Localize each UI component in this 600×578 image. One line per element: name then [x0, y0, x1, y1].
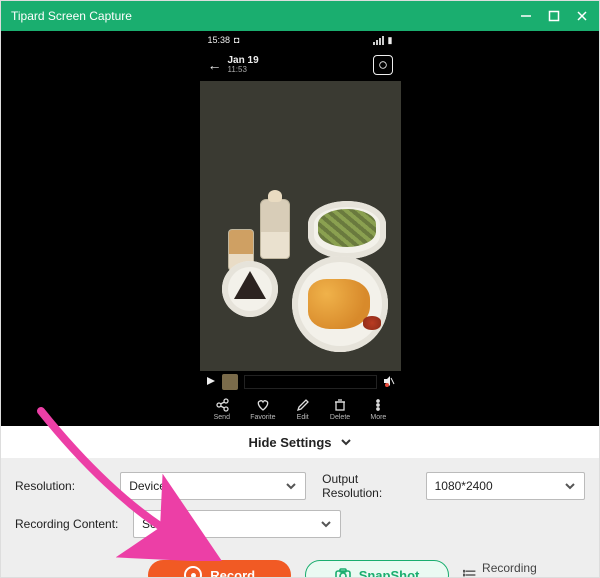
app-window: Tipard Screen Capture 15:38 ◘ ▮ ← [0, 0, 600, 578]
lens-icon[interactable] [373, 55, 393, 75]
camera-icon [335, 567, 351, 578]
record-button-label: Record [210, 568, 255, 578]
phone-status-bar: 15:38 ◘ ▮ [200, 31, 401, 49]
snapshot-button[interactable]: SnapShot [305, 560, 448, 578]
settings-panel: Resolution: Device Output Resolution: 10… [1, 458, 599, 578]
device-preview-area: 15:38 ◘ ▮ ← Jan 19 11:53 [1, 31, 599, 426]
battery-icon: ▮ [388, 35, 393, 46]
output-resolution-value: 1080*2400 [435, 479, 493, 493]
chevron-down-icon [320, 518, 332, 530]
cake-slice [234, 271, 266, 299]
recording-content-value: Screen [142, 517, 180, 531]
recording-history-label: Recording history [482, 561, 571, 578]
chevron-down-icon [285, 480, 297, 492]
snapshot-button-label: SnapShot [359, 568, 420, 578]
title-bar: Tipard Screen Capture [1, 1, 599, 31]
output-resolution-select[interactable]: 1080*2400 [426, 472, 585, 500]
fries [308, 279, 370, 329]
signal-icon [373, 36, 384, 45]
volume-icon[interactable] [383, 375, 395, 389]
send-button[interactable]: Send [214, 398, 230, 421]
record-button[interactable]: Record [148, 560, 291, 578]
salad [318, 209, 376, 247]
drink-glass-tall [260, 199, 290, 259]
thumbnail[interactable] [222, 374, 238, 390]
maximize-button[interactable] [547, 9, 561, 23]
scrub-bar[interactable] [244, 375, 377, 389]
window-controls [519, 9, 589, 23]
edit-button[interactable]: Edit [296, 398, 310, 421]
hide-settings-toggle[interactable]: Hide Settings [1, 426, 599, 458]
photo-time: 11:53 [228, 66, 259, 75]
back-icon[interactable]: ← [208, 57, 222, 73]
window-title: Tipard Screen Capture [11, 9, 132, 23]
resolution-select[interactable]: Device [120, 472, 306, 500]
phone-notification-icon: ◘ [234, 35, 239, 45]
delete-button[interactable]: Delete [330, 398, 350, 421]
phone-action-toolbar: Send Favorite Edit Delete More [200, 393, 401, 426]
minimize-button[interactable] [519, 9, 533, 23]
close-button[interactable] [575, 9, 589, 23]
recording-content-select[interactable]: Screen [133, 510, 341, 538]
chevron-down-icon [564, 480, 576, 492]
more-button[interactable]: More [370, 398, 386, 421]
photo-viewport[interactable] [200, 81, 401, 371]
sauce-cup [363, 316, 381, 330]
output-resolution-label: Output Resolution: [322, 472, 417, 500]
phone-clock: 15:38 [208, 35, 231, 45]
thumbnail-strip [200, 371, 401, 393]
play-icon[interactable] [206, 376, 216, 388]
phone-gallery-topbar: ← Jan 19 11:53 [200, 49, 401, 81]
record-icon [184, 566, 202, 578]
recording-history-link[interactable]: Recording history [463, 561, 571, 578]
chevron-down-icon [340, 436, 352, 448]
resolution-value: Device [129, 479, 166, 493]
list-icon [463, 568, 476, 578]
resolution-label: Resolution: [15, 479, 112, 493]
footer-bar: Record SnapShot Recording history [15, 548, 585, 578]
hide-settings-label: Hide Settings [248, 435, 331, 450]
recording-content-label: Recording Content: [15, 517, 125, 531]
phone-mirror: 15:38 ◘ ▮ ← Jan 19 11:53 [200, 31, 401, 426]
favorite-button[interactable]: Favorite [250, 398, 275, 421]
